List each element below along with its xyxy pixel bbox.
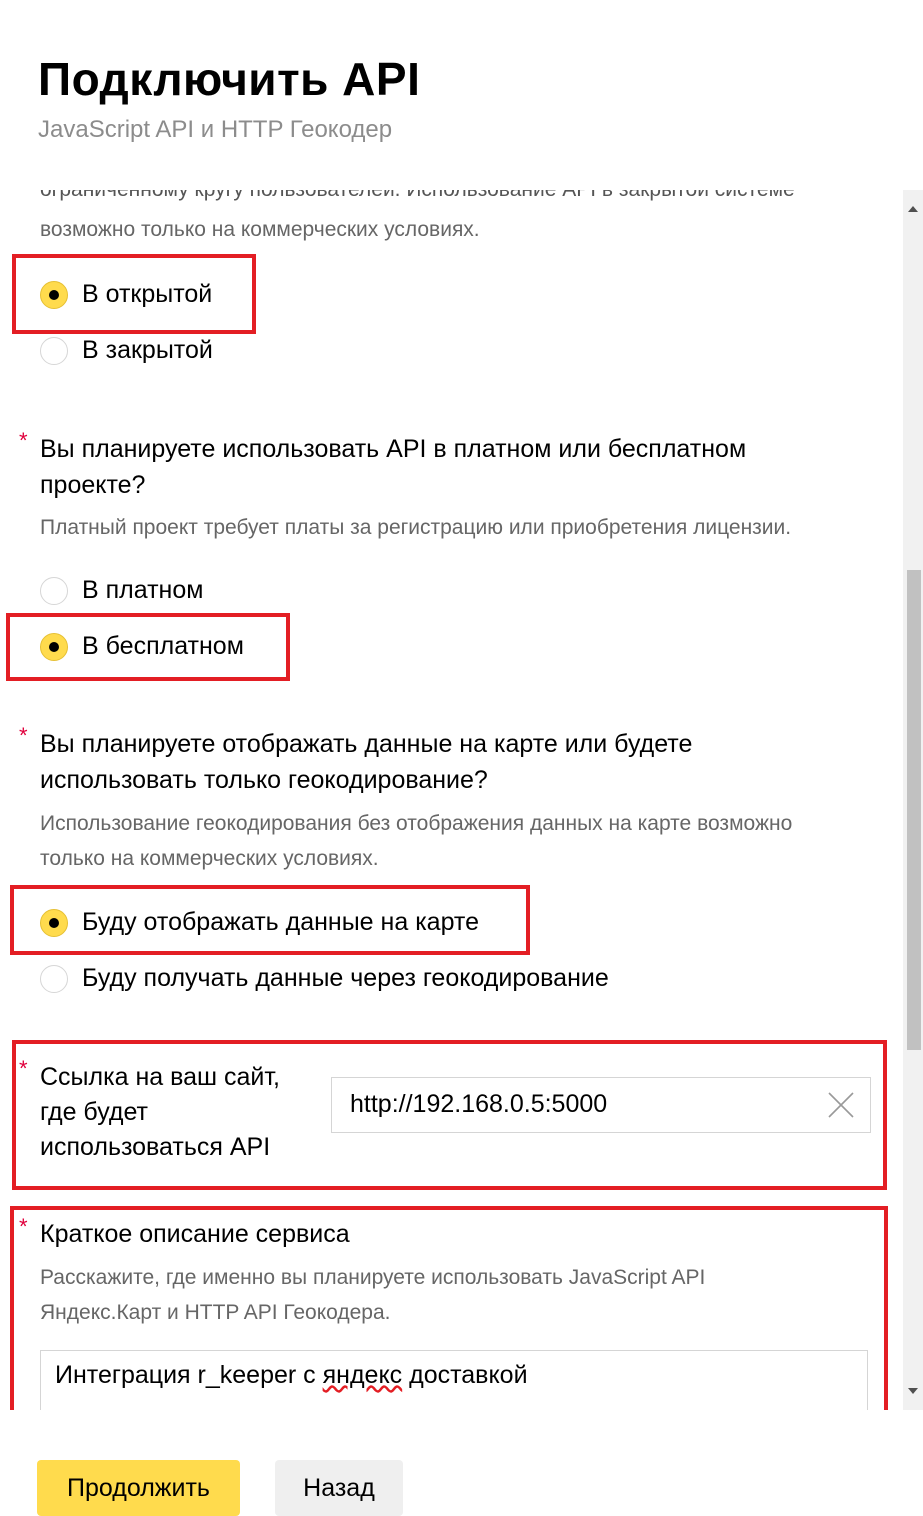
radio-unchecked-icon[interactable] — [40, 576, 68, 605]
highlight-box — [10, 885, 530, 955]
question-paid-line1: Вы планируете использовать API в платном… — [40, 435, 747, 463]
back-button[interactable]: Назад — [275, 1460, 403, 1516]
paid-hint: Платный проект требует платы за регистра… — [40, 516, 792, 539]
access-hint-cut: ограниченному кругу пользователей. Испол… — [40, 190, 795, 207]
continue-button[interactable]: Продолжить — [37, 1460, 240, 1516]
page-subtitle: JavaScript API и HTTP Геокодер — [38, 116, 393, 143]
radio-label: Буду получать данные через геокодировани… — [82, 964, 609, 992]
scroll-thumb[interactable] — [907, 570, 921, 1050]
radio-unchecked-icon[interactable] — [40, 964, 68, 993]
form-scroll-area: ограниченному кругу пользователей. Испол… — [0, 190, 923, 1410]
question-display-line1: Вы планируете отображать данные на карте… — [40, 730, 693, 758]
page-title: Подключить API — [38, 53, 421, 105]
required-mark: * — [19, 723, 28, 748]
radio-label: В платном — [82, 576, 204, 604]
highlight-box — [12, 254, 256, 334]
radio-label: В закрытой — [82, 336, 213, 364]
highlight-box — [6, 613, 290, 681]
highlight-box — [10, 1206, 888, 1410]
radio-geocoding[interactable]: Буду получать данные через геокодировани… — [40, 964, 609, 993]
scroll-down-arrow-icon[interactable] — [908, 1388, 918, 1394]
question-paid-line2: проекте? — [40, 471, 146, 499]
radio-unchecked-icon[interactable] — [40, 336, 68, 365]
radio-closed[interactable]: В закрытой — [40, 336, 213, 365]
scrollbar[interactable] — [903, 190, 923, 1410]
access-hint: возможно только на коммерческих условиях… — [40, 218, 480, 241]
highlight-box — [12, 1040, 887, 1190]
radio-paid[interactable]: В платном — [40, 576, 203, 605]
question-display-line2: использовать только геокодирование? — [40, 766, 488, 794]
scroll-up-arrow-icon[interactable] — [908, 206, 918, 212]
required-mark: * — [19, 428, 28, 453]
display-hint-line2: только на коммерческих условиях. — [40, 847, 379, 870]
display-hint-line1: Использование геокодирования без отображ… — [40, 812, 793, 835]
